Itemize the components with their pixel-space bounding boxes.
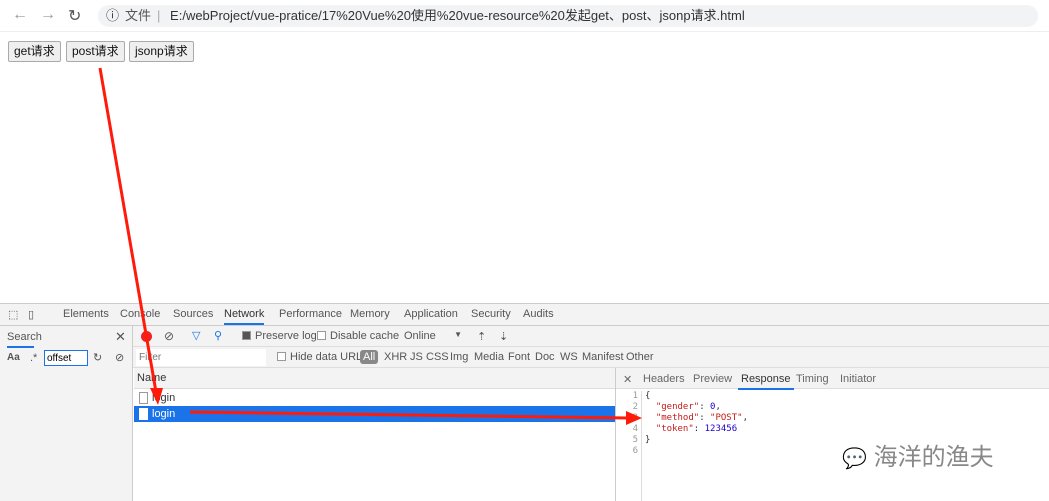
arrow-button-to-request [98,67,158,393]
arrow-head [626,411,642,425]
arrow-head [150,388,163,405]
arrow-request-to-response [189,410,629,420]
annotation-arrows [98,67,642,425]
